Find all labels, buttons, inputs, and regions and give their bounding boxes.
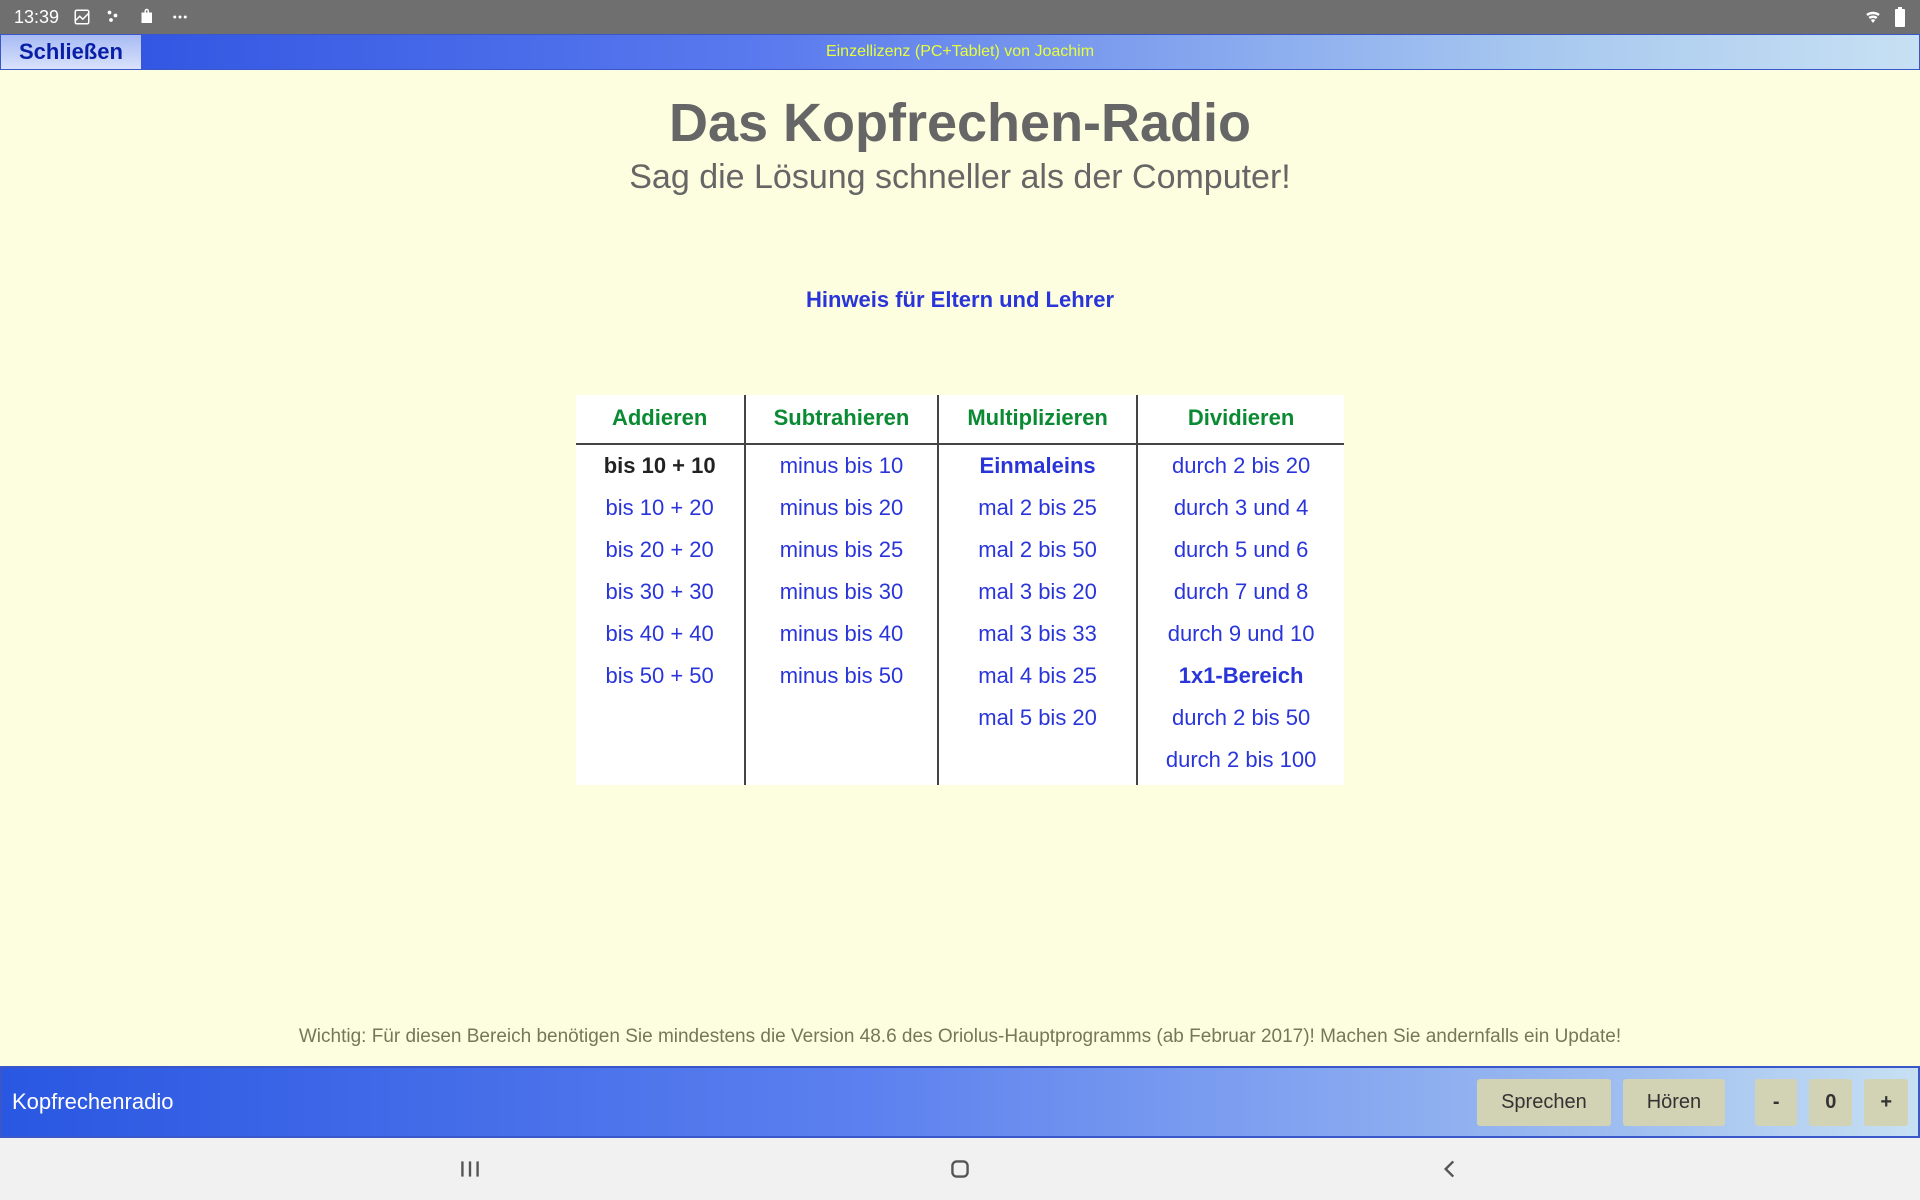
exercise-cell[interactable]: durch 3 und 4 xyxy=(1137,487,1344,529)
close-button-label: Schließen xyxy=(19,39,123,65)
nav-recent-button[interactable] xyxy=(450,1149,490,1189)
listen-button[interactable]: Hören xyxy=(1623,1079,1725,1126)
hint-link[interactable]: Hinweis für Eltern und Lehrer xyxy=(806,287,1114,313)
table-header-0: Addieren xyxy=(576,395,745,444)
exercise-cell[interactable]: minus bis 50 xyxy=(745,655,939,697)
exercise-cell[interactable]: mal 2 bis 50 xyxy=(938,529,1137,571)
table-row: bis 30 + 30minus bis 30mal 3 bis 20durch… xyxy=(576,571,1345,613)
exercise-cell[interactable]: minus bis 40 xyxy=(745,613,939,655)
exercise-table: AddierenSubtrahierenMultiplizierenDividi… xyxy=(576,395,1345,785)
exercise-cell[interactable]: mal 4 bis 25 xyxy=(938,655,1137,697)
exercise-cell[interactable]: bis 10 + 10 xyxy=(576,444,745,487)
table-header-3: Dividieren xyxy=(1137,395,1344,444)
exercise-cell[interactable]: durch 2 bis 50 xyxy=(1137,697,1344,739)
exercise-cell[interactable]: durch 7 und 8 xyxy=(1137,571,1344,613)
speak-button[interactable]: Sprechen xyxy=(1477,1079,1611,1126)
exercise-cell[interactable]: mal 2 bis 25 xyxy=(938,487,1137,529)
exercise-cell xyxy=(745,739,939,785)
exercise-cell[interactable]: bis 40 + 40 xyxy=(576,613,745,655)
exercise-cell xyxy=(938,739,1137,785)
dots-icon xyxy=(105,8,123,26)
exercise-cell[interactable]: bis 10 + 20 xyxy=(576,487,745,529)
version-notice: Wichtig: Für diesen Bereich benötigen Si… xyxy=(299,1026,1621,1048)
nav-back-button[interactable] xyxy=(1430,1149,1470,1189)
table-row: durch 2 bis 100 xyxy=(576,739,1345,785)
exercise-cell[interactable]: minus bis 25 xyxy=(745,529,939,571)
status-time: 13:39 xyxy=(14,7,59,28)
app-top-bar: Schließen Einzellizenz (PC+Tablet) von J… xyxy=(0,34,1920,70)
license-text: Einzellizenz (PC+Tablet) von Joachim xyxy=(826,43,1094,61)
exercise-cell[interactable]: durch 5 und 6 xyxy=(1137,529,1344,571)
exercise-cell[interactable]: durch 2 bis 20 xyxy=(1137,444,1344,487)
exercise-cell[interactable]: durch 2 bis 100 xyxy=(1137,739,1344,785)
android-status-bar: 13:39 xyxy=(0,0,1920,34)
plus-button[interactable]: + xyxy=(1864,1079,1908,1126)
exercise-cell[interactable]: bis 20 + 20 xyxy=(576,529,745,571)
app-bottom-bar: Kopfrechenradio Sprechen Hören - 0 + xyxy=(0,1066,1920,1138)
minus-button[interactable]: - xyxy=(1755,1079,1797,1126)
bag-icon xyxy=(137,8,155,26)
page-title: Das Kopfrechen-Radio xyxy=(669,92,1251,154)
value-display: 0 xyxy=(1809,1079,1852,1126)
table-row: mal 5 bis 20durch 2 bis 50 xyxy=(576,697,1345,739)
exercise-cell[interactable]: minus bis 30 xyxy=(745,571,939,613)
nav-home-button[interactable] xyxy=(940,1149,980,1189)
table-header-2: Multiplizieren xyxy=(938,395,1137,444)
table-row: bis 40 + 40minus bis 40mal 3 bis 33durch… xyxy=(576,613,1345,655)
table-row: bis 10 + 10minus bis 10Einmaleinsdurch 2… xyxy=(576,444,1345,487)
exercise-cell[interactable]: mal 3 bis 33 xyxy=(938,613,1137,655)
image-icon xyxy=(73,8,91,26)
exercise-cell xyxy=(576,697,745,739)
exercise-cell xyxy=(745,697,939,739)
main-content: Das Kopfrechen-Radio Sag die Lösung schn… xyxy=(0,70,1920,1066)
exercise-cell[interactable]: durch 9 und 10 xyxy=(1137,613,1344,655)
exercise-cell[interactable]: bis 50 + 50 xyxy=(576,655,745,697)
exercise-cell xyxy=(576,739,745,785)
android-nav-bar xyxy=(0,1138,1920,1200)
table-header-1: Subtrahieren xyxy=(745,395,939,444)
exercise-cell[interactable]: minus bis 10 xyxy=(745,444,939,487)
app-name: Kopfrechenradio xyxy=(12,1089,173,1115)
wifi-icon xyxy=(1862,8,1884,26)
exercise-cell[interactable]: minus bis 20 xyxy=(745,487,939,529)
table-row: bis 50 + 50minus bis 50mal 4 bis 251x1-B… xyxy=(576,655,1345,697)
exercise-cell[interactable]: Einmaleins xyxy=(938,444,1137,487)
close-button[interactable]: Schließen xyxy=(1,35,142,69)
exercise-cell[interactable]: mal 5 bis 20 xyxy=(938,697,1137,739)
battery-icon xyxy=(1894,7,1906,27)
exercise-cell[interactable]: mal 3 bis 20 xyxy=(938,571,1137,613)
exercise-cell[interactable]: 1x1-Bereich xyxy=(1137,655,1344,697)
table-row: bis 20 + 20minus bis 25mal 2 bis 50durch… xyxy=(576,529,1345,571)
exercise-cell[interactable]: bis 30 + 30 xyxy=(576,571,745,613)
page-subtitle: Sag die Lösung schneller als der Compute… xyxy=(629,158,1291,197)
table-row: bis 10 + 20minus bis 20mal 2 bis 25durch… xyxy=(576,487,1345,529)
more-icon xyxy=(169,8,191,26)
